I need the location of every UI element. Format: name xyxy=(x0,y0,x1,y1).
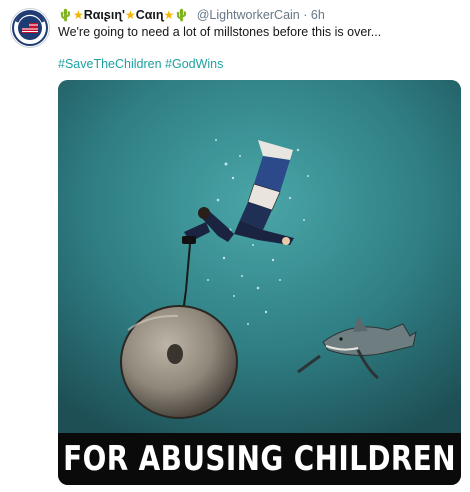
image-caption: FOR ABUSING CHILDREN xyxy=(63,439,456,479)
cactus-icon: 🌵 xyxy=(58,8,73,22)
display-name-continued[interactable]: Cαιɳ xyxy=(136,8,164,22)
hashtag-line: #SaveTheChildren #GodWins xyxy=(58,56,223,73)
hashtag-link[interactable]: #GodWins xyxy=(165,57,223,71)
tweet-image[interactable]: FOR ABUSING CHILDREN xyxy=(58,80,461,485)
tweet-header: 🌵★Rαιʂιɳ'★Cαιɳ★🌵 @LightworkerCain · 6h xyxy=(58,6,464,24)
cactus-icon: 🌵 xyxy=(174,8,190,22)
user-handle[interactable]: @LightworkerCain xyxy=(197,8,300,22)
tweet-text: We're going to need a lot of millstones … xyxy=(58,25,382,39)
star-icon: ★ xyxy=(124,8,136,22)
hashtag-link[interactable]: #SaveTheChildren xyxy=(58,57,162,71)
avatar[interactable] xyxy=(10,8,50,48)
separator-dot: · xyxy=(303,8,308,22)
meme-illustration xyxy=(58,80,461,433)
caption-band: FOR ABUSING CHILDREN xyxy=(58,433,461,485)
star-icon: ★ xyxy=(72,8,84,22)
tweet[interactable]: 🌵★Rαιʂιɳ'★Cαιɳ★🌵 @LightworkerCain · 6h W… xyxy=(0,0,470,492)
display-name[interactable]: Rαιʂιɳ' xyxy=(84,8,125,22)
star-icon: ★ xyxy=(163,8,175,22)
avatar-badge-icon xyxy=(12,10,48,46)
timestamp[interactable]: 6h xyxy=(311,8,325,22)
